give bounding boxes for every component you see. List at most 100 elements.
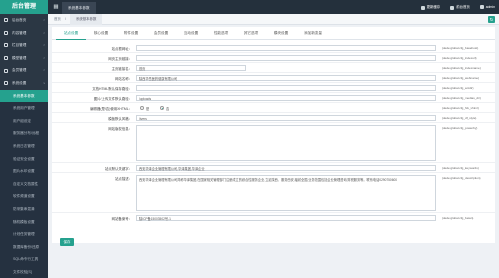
tab-performance-options[interactable]: 性能选项 bbox=[206, 27, 236, 40]
sidebar-item-basic-params[interactable]: 系统基本参数 bbox=[0, 89, 48, 103]
form-row: 站点默认关键字： 西安华泽企业管理有限公司,华泽集团,华泽企业 {dede:gl… bbox=[52, 163, 495, 173]
variable-name: {dede:global.cfg_description} bbox=[442, 176, 481, 180]
front-home-link[interactable]: 前台首页 bbox=[450, 4, 470, 10]
variable-name: {dede:global.cfg_df_style} bbox=[442, 116, 477, 120]
sidebar-item-system[interactable]: 系统设置 v bbox=[0, 76, 48, 90]
settings-panel: 站点设置 核心设置 附件设置 会员设置 互动设置 性能选项 其它选项 模块设置 … bbox=[52, 27, 495, 246]
sidebar-item-logs[interactable]: 系统日志管理 bbox=[0, 139, 48, 153]
sidebar-item-tasks[interactable]: 计划任务管理 bbox=[0, 228, 48, 241]
form-row: 网站版权信息： {dede:global.cfg_powerby} bbox=[52, 123, 495, 163]
tab-core-settings[interactable]: 核心设置 bbox=[86, 27, 116, 40]
powerby-textarea[interactable] bbox=[136, 125, 436, 161]
field-label: 网页主页链接： bbox=[108, 57, 132, 61]
form-row: 网页主页链接： {dede:global.cfg_indexurl} bbox=[52, 53, 495, 63]
description-textarea[interactable]: 西安华泽企业管理有限公司简称华泽集团,在国家相关管理部门注册成立的综合性服务企业… bbox=[136, 175, 436, 211]
field-label: 网站版权信息： bbox=[108, 127, 132, 131]
grid-icon[interactable]: ▦ bbox=[53, 4, 59, 10]
breadcrumb-home[interactable]: 首页 bbox=[54, 14, 61, 25]
sidebar-item-servers[interactable]: 服务器分布/远程 bbox=[0, 127, 48, 140]
sidebar-item-watermark[interactable]: 图片水印设置 bbox=[0, 165, 48, 178]
list-icon bbox=[4, 43, 8, 48]
xhtml-yes-radio[interactable] bbox=[140, 106, 144, 110]
home-icon bbox=[450, 5, 455, 10]
sidebar-item-backup[interactable]: 数据库备份/还原 bbox=[0, 240, 48, 254]
caret-icon: < bbox=[43, 30, 45, 35]
settings-tabs: 站点设置 核心设置 附件设置 会员设置 互动设置 性能选项 其它选项 模块设置 … bbox=[52, 27, 495, 40]
index-url-input[interactable] bbox=[136, 55, 436, 61]
radio-label: 否 bbox=[166, 107, 170, 111]
app-brand[interactable]: 后台管理 bbox=[0, 0, 48, 14]
medias-dir-input[interactable]: /uploads bbox=[136, 95, 436, 101]
sidebar-item-file-check[interactable]: 文件校验[S] bbox=[0, 265, 48, 278]
breadcrumb-current[interactable]: 系统基本参数 bbox=[70, 14, 103, 25]
form-row: 站点根网址： {dede:global.cfg_basehost} bbox=[52, 43, 495, 53]
arc-dir-input[interactable] bbox=[136, 85, 436, 91]
refresh-icon[interactable]: ↻ bbox=[488, 16, 495, 23]
sidebar-item-home[interactable]: 后台首页 < bbox=[0, 14, 48, 27]
variable-name: {dede:global.cfg_keywords} bbox=[442, 166, 479, 170]
open-page-tab[interactable]: 系统基本参数 bbox=[62, 2, 96, 14]
caret-icon: < bbox=[43, 68, 45, 73]
user-menu[interactable]: admin bbox=[479, 5, 495, 10]
sidebar-item-random-templates[interactable]: 随机模板设置 bbox=[0, 215, 48, 229]
index-name-input[interactable]: 首页 bbox=[136, 65, 246, 71]
user-icon bbox=[479, 5, 484, 10]
field-label: 网站名称： bbox=[115, 77, 132, 81]
keywords-input[interactable]: 西安华泽企业管理有限公司,华泽集团,华泽企业 bbox=[136, 165, 436, 171]
tab-attachment-settings[interactable]: 附件设置 bbox=[116, 27, 146, 40]
caret-icon: < bbox=[43, 18, 45, 22]
base-host-input[interactable] bbox=[136, 45, 436, 51]
sidebar-item-models[interactable]: 模型管理 < bbox=[0, 51, 48, 65]
gear-icon bbox=[4, 81, 8, 86]
breadcrumb-separator: / bbox=[65, 17, 66, 21]
field-label: 站点根网址： bbox=[111, 47, 132, 51]
radio-label: 是 bbox=[146, 107, 150, 111]
tab-site-settings[interactable]: 站点设置 bbox=[56, 27, 86, 40]
form-row: 主页链接名： 首页 {dede:global.cfg_indexname} bbox=[52, 63, 495, 73]
top-bar: 后台管理 ▦ 系统基本参数 更新缓存 前台首页 admin bbox=[0, 0, 499, 14]
sidebar-item-doc-attrs[interactable]: 自定义文档属性 bbox=[0, 177, 48, 191]
tab-add-variable[interactable]: 添加新变量 bbox=[296, 27, 330, 40]
variable-name: {dede:global.cfg_basehost} bbox=[442, 46, 479, 50]
variable-name: {dede:global.cfg_fck_xhtml} bbox=[442, 106, 479, 110]
sidebar-item-anti-scrape[interactable]: 防采集串混淆 bbox=[0, 202, 48, 216]
user-icon bbox=[4, 68, 8, 73]
home-icon bbox=[4, 18, 8, 23]
tab-member-settings[interactable]: 会员设置 bbox=[146, 27, 176, 40]
sidebar-item-sql[interactable]: SQL命令行工具 bbox=[0, 253, 48, 266]
tab-other-options[interactable]: 其它选项 bbox=[236, 27, 266, 40]
variable-name: {dede:global.cfg_arcdir} bbox=[442, 86, 474, 90]
breadcrumb: 首页 / 系统基本参数 ↻ bbox=[48, 14, 499, 25]
variable-name: {dede:global.cfg_indexname} bbox=[442, 66, 481, 70]
template-style-input[interactable]: /tvers bbox=[136, 115, 436, 121]
caret-icon: < bbox=[43, 55, 45, 60]
form-row: 网站备案号： 陕ICP备15003502号-1 {dede:global.cfg… bbox=[52, 213, 495, 223]
sidebar-item-security[interactable]: 验证安全设置 bbox=[0, 152, 48, 166]
form-row: 文档HTML默认保存路径： {dede:global.cfg_arcdir} bbox=[52, 83, 495, 93]
variable-name: {dede:global.cfg_indexurl} bbox=[442, 56, 477, 60]
sidebar-item-user-groups[interactable]: 用户组设定 bbox=[0, 114, 48, 128]
form-row: 编辑器(是/否)使用XHTML： 是 否 {dede:global.cfg_fc… bbox=[52, 103, 495, 113]
tab-interaction-settings[interactable]: 互动设置 bbox=[176, 27, 206, 40]
top-links: 更新缓存 前台首页 admin bbox=[420, 0, 495, 14]
model-icon bbox=[4, 56, 8, 61]
sidebar-item-columns[interactable]: 栏目管理 < bbox=[0, 39, 48, 52]
field-label: 编辑器(是/否)使用XHTML： bbox=[90, 107, 132, 111]
variable-name: {dede:global.cfg_powerby} bbox=[442, 126, 478, 130]
web-name-input[interactable]: 陕西华岳医药健康有限公司 bbox=[136, 75, 436, 81]
field-label: 文档HTML默认保存路径： bbox=[92, 87, 132, 91]
refresh-cache-link[interactable]: 更新缓存 bbox=[420, 4, 440, 10]
field-label: 图片/上传文件默认路径： bbox=[93, 97, 132, 101]
form-row: 网站名称： 陕西华岳医药健康有限公司 {dede:global.cfg_webn… bbox=[52, 73, 495, 83]
refresh-icon bbox=[420, 5, 425, 10]
caret-icon: < bbox=[43, 43, 45, 48]
xhtml-no-radio[interactable] bbox=[160, 106, 164, 110]
sidebar-item-users[interactable]: 系统用户管理 bbox=[0, 102, 48, 115]
beian-input[interactable]: 陕ICP备15003502号-1 bbox=[136, 215, 436, 221]
caret-icon: v bbox=[43, 80, 46, 85]
sidebar-item-members[interactable]: 会员管理 < bbox=[0, 64, 48, 77]
sidebar-item-software[interactable]: 软件频道设置 bbox=[0, 190, 48, 203]
tab-module-settings[interactable]: 模块设置 bbox=[266, 27, 296, 40]
field-label: 网站备案号： bbox=[111, 217, 132, 221]
sidebar-item-content[interactable]: 内容管理 < bbox=[0, 26, 48, 40]
